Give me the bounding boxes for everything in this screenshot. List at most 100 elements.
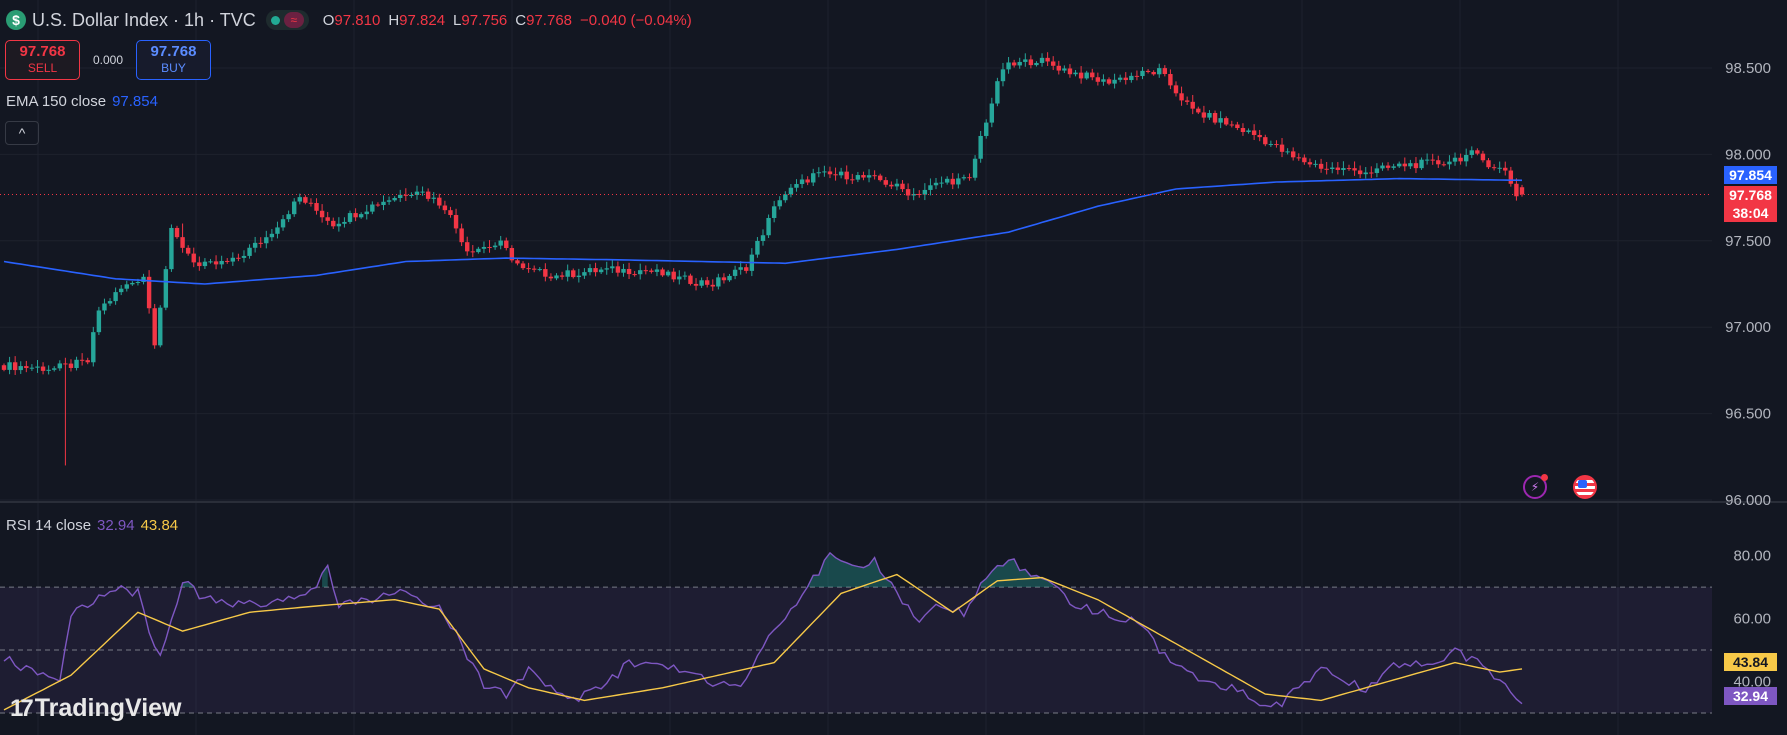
candle-body	[587, 268, 593, 273]
candle-down	[1235, 121, 1240, 131]
candle-body	[710, 284, 715, 287]
candle-down	[1162, 65, 1168, 77]
candle-up	[989, 97, 995, 128]
candle-down	[1090, 68, 1095, 81]
candle-body	[1335, 167, 1341, 170]
candle-body	[275, 227, 280, 234]
candle-down	[1508, 166, 1514, 187]
rsi-legend[interactable]: RSI 14 close 32.94 43.84	[6, 517, 178, 534]
candle-up	[269, 229, 275, 242]
candle-body	[844, 171, 849, 180]
candle-body	[1341, 168, 1346, 170]
candle-body	[1123, 77, 1128, 81]
candle-body	[169, 227, 174, 270]
candle-up	[1341, 161, 1346, 176]
candle-body	[1051, 61, 1056, 66]
candle-body	[721, 277, 727, 281]
candle-body	[1095, 77, 1101, 82]
candle-down	[1123, 72, 1128, 85]
candle-body	[1318, 163, 1324, 169]
candle-body	[1313, 163, 1318, 165]
candle-up	[576, 268, 582, 283]
candle-body	[1263, 137, 1268, 145]
candle-up	[1084, 70, 1089, 80]
buy-button[interactable]: 97.768 BUY	[136, 40, 211, 80]
candle-body	[783, 194, 788, 201]
candle-body	[1218, 118, 1223, 123]
price-chart[interactable]: 98.500 98.000 97.500 97.000 96.500 96.000 80.0…	[0, 0, 1787, 735]
candle-down	[889, 181, 894, 190]
candle-body	[63, 363, 68, 365]
candle-body	[771, 206, 777, 218]
candle-up	[1218, 111, 1223, 129]
candle-down	[1346, 164, 1352, 171]
candle-body	[375, 204, 381, 206]
candle-body	[280, 219, 286, 228]
candle-body	[180, 237, 185, 248]
candle-down	[40, 362, 46, 375]
candle-down	[180, 223, 185, 253]
market-status-pill[interactable]: ≈	[265, 10, 309, 30]
candle-down	[319, 204, 325, 223]
candle-body	[219, 260, 224, 265]
candle-body	[1380, 165, 1385, 169]
bar-countdown: 38:04	[1732, 205, 1769, 221]
candle-up	[1391, 163, 1396, 170]
candle-down	[520, 261, 526, 270]
sell-button[interactable]: 97.768 SELL	[5, 40, 80, 80]
candle-down	[1179, 86, 1184, 106]
candle-body	[364, 211, 369, 215]
ema-legend[interactable]: EMA 150 close 97.854	[6, 93, 158, 110]
candle-down	[626, 262, 632, 280]
candle-down	[191, 247, 196, 268]
tradingview-logo[interactable]: 17 TradingView	[10, 694, 182, 723]
candle-body	[649, 270, 654, 272]
symbol-title[interactable]: U.S. Dollar Index · 1h · TVC	[32, 10, 256, 31]
candle-body	[1106, 79, 1112, 84]
candle-up	[230, 252, 236, 266]
candle-body	[531, 268, 537, 270]
candle-body	[1101, 79, 1106, 82]
candle-body	[900, 183, 905, 190]
candle-down	[1302, 154, 1307, 165]
candle-up	[1408, 159, 1413, 169]
candle-body	[1112, 79, 1117, 84]
candle-up	[1101, 74, 1106, 86]
candle-body	[297, 197, 302, 202]
candle-up	[1000, 62, 1006, 87]
candle-body	[492, 245, 498, 248]
us-flag-icon[interactable]	[1573, 475, 1597, 499]
candle-up	[972, 155, 978, 181]
collapse-icon[interactable]: ^	[5, 121, 39, 145]
candle-down	[1480, 150, 1486, 163]
candle-body	[52, 368, 57, 370]
candle-body	[760, 235, 766, 241]
candle-down	[1307, 158, 1313, 168]
candle-down	[152, 303, 157, 349]
candle-body	[1073, 72, 1078, 75]
candle-down	[1318, 158, 1324, 173]
candle-body	[811, 173, 816, 183]
candle-up	[1268, 140, 1274, 147]
candle-down	[632, 271, 637, 277]
candle-down	[1028, 55, 1034, 69]
candle-body	[465, 242, 470, 252]
candle-body	[515, 260, 520, 264]
candle-down	[504, 237, 509, 251]
candle-body	[1168, 74, 1173, 86]
candle-down	[905, 183, 911, 201]
candle-body	[677, 276, 682, 280]
candle-body	[1486, 160, 1491, 168]
candle-down	[1290, 147, 1296, 161]
candle-body	[57, 363, 63, 369]
candle-body	[1519, 187, 1525, 195]
candle-body	[24, 366, 29, 369]
candle-body	[1190, 101, 1195, 109]
candle-down	[1385, 162, 1391, 171]
dollar-icon: $	[6, 10, 26, 30]
candle-up	[275, 221, 280, 239]
wave-icon: ≈	[283, 12, 304, 28]
candle-body	[1179, 93, 1184, 101]
candle-body	[197, 262, 202, 267]
candle-down	[1263, 134, 1268, 147]
